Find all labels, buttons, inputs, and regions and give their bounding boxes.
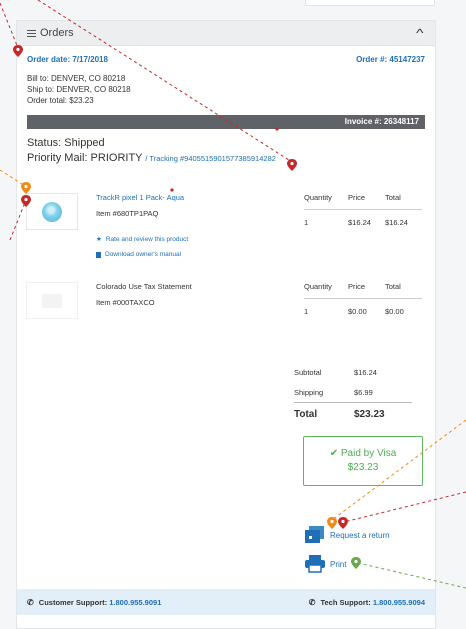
quantity-header: Quantity: [304, 193, 332, 202]
order-number[interactable]: Order #: 45147237: [356, 55, 425, 64]
bill-to: Bill to: DENVER, CO 80218: [27, 74, 126, 83]
carrier-line: Priority Mail: PRIORITY / Tracking #9405…: [17, 149, 435, 164]
phone-icon: ✆: [308, 597, 316, 607]
print-link[interactable]: Print: [304, 555, 346, 573]
support-bar: ✆ Customer Support: 1.800.955.9091 ✆ Tec…: [17, 589, 435, 615]
print-label: Print: [330, 559, 347, 569]
product-image[interactable]: [26, 193, 78, 230]
top-card-edge: [305, 0, 435, 6]
request-return-link[interactable]: Request a return: [304, 525, 390, 545]
paid-amount: $23.23: [347, 462, 379, 473]
total-label: Total: [294, 408, 318, 420]
printer-icon: [305, 555, 325, 573]
invoice-bar: Invoice #: 26348117: [27, 115, 425, 129]
item-total: $16.24: [385, 218, 408, 227]
order-totals: Subtotal $16.24 Shipping $6.99 Total $23…: [294, 362, 412, 425]
rate-review-label: Rate and review this product: [105, 235, 189, 243]
tracker-product-icon: [42, 201, 62, 222]
rate-review-link[interactable]: ★ Rate and review this product: [96, 235, 189, 244]
product-sku: Item #000TAXCO: [96, 298, 155, 307]
product-image: [26, 282, 78, 319]
tech-support-number[interactable]: 1.800.955.9094: [373, 598, 425, 607]
customer-support-number[interactable]: 1.800.955.9091: [109, 598, 161, 607]
order-date[interactable]: Order date: 7/17/2018: [27, 55, 108, 64]
subtotal-label: Subtotal: [294, 367, 322, 377]
shipping-label: Shipping: [294, 387, 324, 397]
price-header: Price: [348, 282, 366, 291]
orders-panel-header[interactable]: Orders ^: [17, 21, 435, 46]
ship-to: Ship to: DENVER, CO 80218: [27, 85, 131, 94]
panel-title: Orders: [40, 27, 74, 39]
item-price-table: Quantity Price Total 1 $16.24 $16.24: [304, 193, 422, 227]
carrier-name: Priority Mail: PRIORITY: [27, 152, 143, 164]
price-header: Price: [348, 193, 366, 202]
item-quantity: 1: [304, 218, 309, 227]
quantity-header: Quantity: [304, 282, 332, 291]
product-name: Colorado Use Tax Statement: [96, 282, 192, 291]
tech-support-label: Tech Support:: [320, 597, 371, 607]
check-icon: ✔: [329, 448, 339, 459]
item-price-table: Quantity Price Total 1 $0.00 $0.00: [304, 282, 422, 316]
item-total: $0.00: [385, 307, 404, 316]
tech-support: ✆ Tech Support: 1.800.955.9094: [309, 598, 425, 607]
item-price: $0.00: [348, 307, 367, 316]
order-total: Order total: $23.23: [27, 96, 94, 105]
item-price: $16.24: [348, 218, 371, 227]
subtotal-value: $16.24: [354, 367, 377, 377]
total-value: $23.23: [354, 408, 385, 420]
phone-icon: ✆: [27, 597, 34, 607]
document-icon: [96, 251, 101, 258]
invoice-number[interactable]: Invoice #: 26348117: [345, 117, 419, 126]
return-box-icon: [305, 526, 324, 543]
product-sku: Item #680TP1PAQ: [96, 209, 159, 218]
star-icon: ★: [96, 236, 102, 243]
download-manual-link[interactable]: Download owner's manual: [96, 251, 181, 258]
shipment-status: Status: Shipped: [27, 137, 105, 149]
shipping-value: $6.99: [354, 387, 373, 397]
customer-support-label: Customer Support:: [38, 597, 108, 607]
total-header: Total: [385, 282, 401, 291]
paid-by-label: Paid by Visa: [340, 448, 397, 459]
list-icon: [27, 29, 36, 37]
address-block: Bill to: DENVER, CO 80218 Ship to: DENVE…: [17, 64, 435, 106]
product-name-link[interactable]: TrackR pixel 1 Pack- Aqua: [96, 193, 184, 202]
item-quantity: 1: [304, 307, 309, 316]
total-header: Total: [385, 193, 401, 202]
customer-support: ✆ Customer Support: 1.800.955.9091: [27, 598, 161, 607]
chevron-up-icon[interactable]: ^: [417, 26, 424, 40]
tracking-link[interactable]: / Tracking #9405515901577385914282: [145, 154, 276, 163]
payment-status-box: ✔ Paid by Visa $23.23: [303, 436, 423, 486]
download-manual-label: Download owner's manual: [105, 251, 182, 258]
placeholder-image-icon: [42, 293, 62, 308]
request-return-label: Request a return: [330, 530, 390, 540]
